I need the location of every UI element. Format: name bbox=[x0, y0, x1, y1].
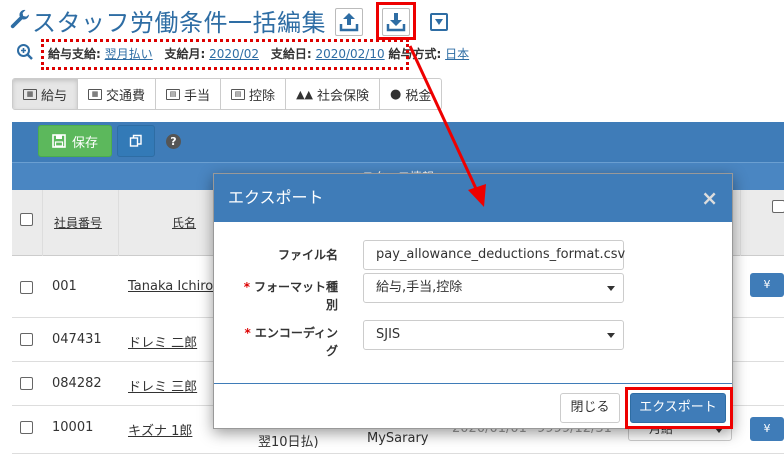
modal-title: エクスポート bbox=[214, 174, 732, 222]
copy-button[interactable] bbox=[117, 125, 155, 157]
select-all-checkbox[interactable] bbox=[20, 213, 33, 226]
upload-button[interactable] bbox=[335, 8, 363, 36]
save-label: 保存 bbox=[71, 135, 98, 151]
upload-icon bbox=[339, 13, 359, 32]
close-icon[interactable]: × bbox=[701, 186, 718, 210]
copy-icon bbox=[129, 134, 142, 147]
format-type-label-text: フォーマット種別 bbox=[253, 280, 338, 312]
pay-cycle-cell: 翌10日払) bbox=[258, 435, 319, 450]
emp-no-cell: 10001 bbox=[52, 420, 94, 435]
row-checkbox[interactable] bbox=[20, 333, 33, 346]
close-button[interactable]: 閉じる bbox=[560, 393, 620, 423]
export-modal: エクスポート × ファイル名 pay_allowance_deductions_… bbox=[213, 173, 733, 429]
tab-bar: ▦ 給与 ▦ 交通費 ▤ 手当 ▤ 控除 ▲▲ 社会保険 ● 税金 bbox=[12, 78, 443, 110]
format-type-value: 給与,手当,控除 bbox=[376, 280, 463, 295]
row-checkbox[interactable] bbox=[20, 281, 33, 294]
zoom-in-icon[interactable] bbox=[16, 43, 34, 61]
insurance-icon: ▲▲ bbox=[296, 87, 313, 101]
tab-label: 控除 bbox=[249, 88, 276, 104]
encoding-value: SJIS bbox=[376, 327, 401, 342]
column-header-name[interactable]: 氏名 bbox=[172, 214, 196, 231]
column-header-emp-no[interactable]: 社員番号 bbox=[54, 214, 102, 231]
allowance-icon: ▤ bbox=[166, 88, 181, 100]
salary-icon: ▦ bbox=[23, 88, 37, 100]
emp-no-cell: 084282 bbox=[52, 376, 102, 391]
encoding-label-text: エンコーディング bbox=[254, 326, 338, 358]
encoding-select[interactable]: SJIS bbox=[363, 320, 624, 350]
name-link[interactable]: ドレミ 二郎 bbox=[128, 332, 197, 351]
row-checkbox[interactable] bbox=[20, 421, 33, 434]
name-link[interactable]: ドレミ 三郎 bbox=[128, 376, 197, 395]
file-name-input[interactable]: pay_allowance_deductions_format.csv bbox=[363, 240, 625, 270]
chevron-down-icon bbox=[435, 19, 443, 25]
pay-pattern-cell: MySarary bbox=[367, 431, 429, 446]
modal-footer-divider bbox=[214, 383, 732, 384]
required-marker: * bbox=[243, 280, 250, 294]
file-name-label: ファイル名 bbox=[277, 248, 338, 262]
yen-button[interactable]: ¥ bbox=[750, 417, 784, 441]
dropdown-toggle-button[interactable] bbox=[430, 13, 448, 31]
tab-label: 手当 bbox=[184, 88, 211, 104]
tab-tax[interactable]: ● 税金 bbox=[380, 79, 441, 109]
tab-label: 社会保険 bbox=[316, 88, 369, 104]
chevron-down-icon bbox=[607, 333, 615, 338]
tab-label: 交通費 bbox=[106, 88, 146, 104]
deduction-icon: ▤ bbox=[231, 88, 246, 100]
name-link[interactable]: Tanaka Ichiro bbox=[128, 279, 213, 294]
emp-no-cell: 047431 bbox=[52, 332, 102, 347]
tab-transport[interactable]: ▦ 交通費 bbox=[78, 79, 157, 109]
tab-label: 給与 bbox=[41, 88, 68, 104]
format-type-select[interactable]: 給与,手当,控除 bbox=[363, 273, 624, 303]
chevron-down-icon bbox=[607, 286, 615, 291]
transport-icon: ▦ bbox=[88, 88, 103, 100]
download-highlight bbox=[376, 2, 416, 40]
tab-deduction[interactable]: ▤ 控除 bbox=[221, 79, 287, 109]
tab-salary[interactable]: ▦ 給与 bbox=[13, 79, 79, 109]
yen-button[interactable]: ¥ bbox=[750, 273, 784, 297]
tab-allowance[interactable]: ▤ 手当 bbox=[156, 79, 222, 109]
pay-info-highlight bbox=[41, 39, 409, 70]
format-type-label: * フォーマット種別 bbox=[242, 278, 338, 314]
help-icon[interactable]: ? bbox=[166, 134, 181, 149]
wrench-icon bbox=[10, 9, 29, 29]
page-title: スタッフ労働条件一括編集 bbox=[32, 9, 326, 37]
name-link[interactable]: キズナ 1郎 bbox=[128, 420, 192, 439]
save-button[interactable]: 保存 bbox=[38, 125, 112, 157]
tax-icon: ● bbox=[390, 86, 402, 102]
tab-insurance[interactable]: ▲▲ 社会保険 bbox=[286, 79, 380, 109]
save-icon bbox=[52, 134, 66, 148]
tab-label: 税金 bbox=[405, 88, 432, 104]
export-highlight bbox=[625, 387, 733, 429]
encoding-label: * エンコーディング bbox=[242, 324, 338, 360]
required-marker: * bbox=[244, 326, 251, 340]
pay-method-link[interactable]: 日本 bbox=[445, 47, 469, 61]
row-checkbox[interactable] bbox=[20, 377, 33, 390]
emp-no-cell: 001 bbox=[52, 279, 77, 294]
column-select-checkbox[interactable] bbox=[772, 200, 784, 213]
